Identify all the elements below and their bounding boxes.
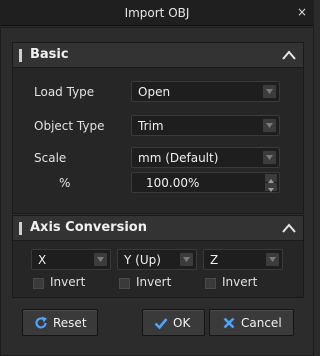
chevron-down-icon [263,85,276,98]
x-axis-value: X [38,253,47,267]
axis-section-title: Axis Conversion [30,220,147,235]
ok-button[interactable]: OK [142,309,205,336]
scale-select[interactable]: mm (Default) [131,147,280,168]
title-bar: Import OBJ × [0,0,314,26]
y-invert-checkbox[interactable] [119,278,130,289]
reset-label: Reset [53,316,87,330]
ok-label: OK [173,316,191,330]
chevron-down-icon [180,253,193,266]
chevron-down-icon [263,119,276,132]
percent-stepper[interactable]: 100.00% [131,172,280,193]
checkmark-icon [154,318,168,330]
chevron-down-icon [263,151,276,164]
chevron-down-icon [266,253,279,266]
percent-label: % [59,176,71,190]
x-invert-checkbox[interactable] [33,278,44,289]
basic-section-header[interactable]: Basic [13,43,303,68]
refresh-icon [35,316,47,329]
load-type-value: Open [138,85,171,99]
axis-section-header[interactable]: Axis Conversion [13,216,303,241]
x-axis-select[interactable]: X [31,249,111,270]
object-type-select[interactable]: Trim [131,115,280,136]
z-invert-checkbox[interactable] [205,278,216,289]
z-invert-label: Invert [222,275,258,289]
x-invert-label: Invert [50,275,86,289]
percent-value: 100.00% [146,176,200,190]
z-axis-select[interactable]: Z [203,249,283,270]
collapse-up-icon[interactable] [282,49,296,61]
basic-section-title: Basic [30,47,69,62]
window-title: Import OBJ [124,6,190,20]
cancel-button[interactable]: Cancel [209,309,294,336]
chevron-down-icon [94,253,107,266]
cancel-label: Cancel [241,316,282,330]
axis-conversion-section: Axis Conversion X Y (Up) Z Invert Invert… [12,215,304,298]
close-icon[interactable]: × [297,5,307,19]
scale-value: mm (Default) [138,151,219,165]
object-type-label: Object Type [34,119,105,133]
load-type-label: Load Type [34,85,95,99]
z-axis-value: Z [210,253,219,267]
stepper-up-icon[interactable] [265,174,277,183]
import-obj-dialog: Basic Load Type Open Object Type Trim Sc… [0,27,314,356]
basic-section: Basic Load Type Open Object Type Trim Sc… [12,42,304,214]
y-axis-value: Y (Up) [124,253,161,267]
section-marker [19,222,22,235]
y-invert-label: Invert [136,275,172,289]
load-type-select[interactable]: Open [131,81,280,102]
y-axis-select[interactable]: Y (Up) [117,249,197,270]
stepper-buttons [265,174,277,192]
stepper-down-icon[interactable] [265,183,277,192]
collapse-up-icon[interactable] [282,222,296,234]
close-x-icon [223,317,235,329]
section-marker [19,49,22,62]
object-type-value: Trim [138,119,164,133]
reset-button[interactable]: Reset [22,309,98,336]
scale-label: Scale [34,151,67,165]
